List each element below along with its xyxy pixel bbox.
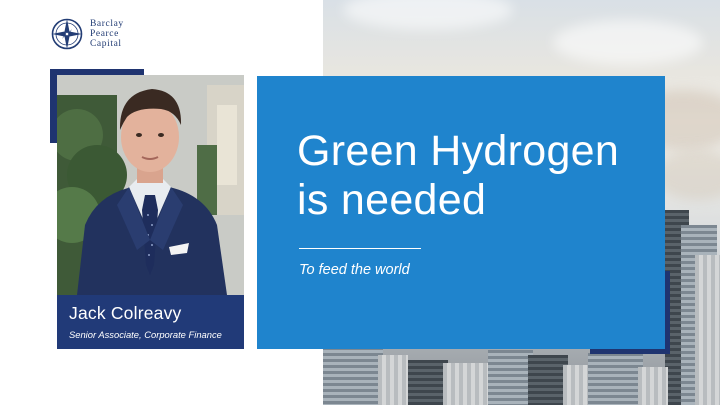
logo-line: Pearce (90, 29, 119, 39)
logo-wordmark: Barclay Pearce Capital (90, 19, 124, 49)
headline-line: is needed (297, 176, 487, 224)
portrait-photo (57, 75, 244, 295)
compass-rose-icon (51, 18, 83, 50)
name-caption: Jack Colreavy Senior Associate, Corporat… (57, 295, 244, 349)
headline-line: Green Hydrogen (297, 127, 620, 175)
logo-line: Capital (90, 39, 122, 49)
logo-line: Barclay (90, 19, 124, 29)
divider (299, 248, 421, 249)
person-title: Senior Associate, Corporate Finance (69, 329, 222, 340)
person-name: Jack Colreavy (69, 303, 182, 323)
headline-title: Green Hydrogen is needed (297, 127, 619, 225)
company-logo[interactable]: Barclay Pearce Capital (50, 17, 124, 51)
headline-subtitle: To feed the world (299, 262, 410, 278)
